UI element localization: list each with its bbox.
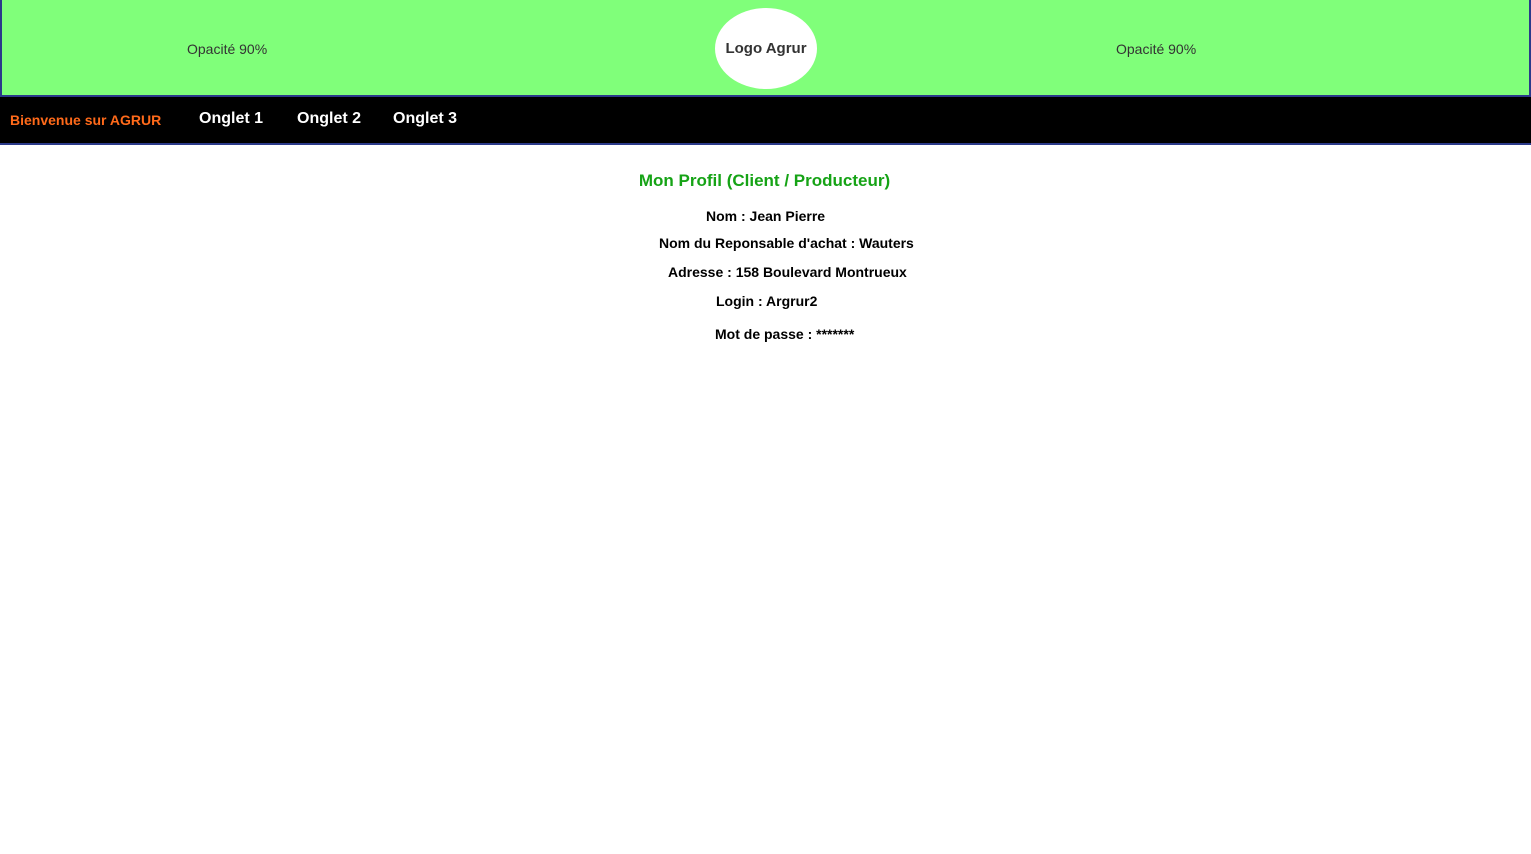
tab-onglet-2[interactable]: Onglet 2	[297, 110, 361, 128]
welcome-text: Bienvenue sur AGRUR	[10, 112, 162, 128]
header-banner: Opacité 90% Logo Agrur Opacité 90%	[0, 0, 1531, 97]
nav-bar: Bienvenue sur AGRUR Onglet 1 Onglet 2 On…	[0, 97, 1531, 145]
profile-field-mot-de-passe: Mot de passe : *******	[715, 326, 855, 342]
tab-onglet-1[interactable]: Onglet 1	[199, 110, 263, 128]
profile-field-nom: Nom : Jean Pierre	[706, 208, 826, 224]
profile-field-adresse: Adresse : 158 Boulevard Montrueux	[668, 264, 907, 280]
opacity-label-right: Opacité 90%	[1116, 41, 1197, 57]
page-title: Mon Profil (Client / Producteur)	[0, 171, 1531, 191]
page-title-text: Mon Profil (Client / Producteur)	[638, 171, 891, 190]
profile-field-responsable: Nom du Reponsable d'achat : Wauters	[659, 235, 914, 251]
tab-onglet-3[interactable]: Onglet 3	[393, 110, 457, 128]
profile-field-login: Login : Argrur2	[716, 293, 818, 309]
page: Opacité 90% Logo Agrur Opacité 90% Bienv…	[0, 0, 1531, 854]
logo[interactable]: Logo Agrur	[715, 8, 817, 89]
opacity-label-left: Opacité 90%	[187, 41, 268, 57]
